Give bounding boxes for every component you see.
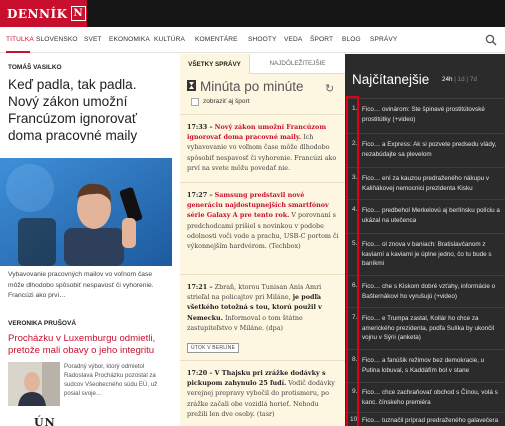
nav-item-veda[interactable]: VEDA [284, 36, 302, 43]
entry-time: 17:21 – [187, 283, 213, 291]
most-read-link[interactable]: Fico… che s Kiskom dobré vzťahy, informá… [362, 282, 500, 301]
main-story-column: TOMÁŠ VASILKO Keď padla, tak padla. Nový… [0, 54, 172, 426]
main-headline[interactable]: Keď padla, tak padla. Nový zákon umožní … [8, 76, 170, 144]
entry-time: 17:27 – [187, 191, 213, 199]
most-read-link[interactable]: Fico… a fanúšik režimov bez demokracie, … [362, 356, 500, 375]
divider [180, 274, 345, 275]
search-icon[interactable] [485, 34, 497, 46]
period-24h[interactable]: 24h [442, 76, 453, 83]
highlight-annotation-box [346, 96, 359, 426]
nav-item-spravy[interactable]: SPRÁVY [370, 36, 397, 43]
main-nav: TITULKA SLOVENSKO SVET EKONOMIKA KULTÚRA… [0, 27, 505, 53]
most-read-link[interactable]: Fico… ovinárom: Ste špinavé prostitútovs… [362, 105, 500, 124]
most-read-item[interactable]: 3. Fico… ení za kauzou predraženého náku… [345, 167, 505, 199]
show-sport-checkbox[interactable] [191, 98, 199, 106]
most-read-link[interactable]: Fico… e Trumpa zastal, Kollár ho chce za… [362, 314, 500, 343]
story-thumbnail[interactable] [8, 362, 60, 406]
most-read-link[interactable]: Fico… tuznačil príprad predraženého gala… [362, 416, 500, 426]
nav-item-kultura[interactable]: KULTÚRA [154, 36, 185, 43]
story-perex: Poradný výbor, ktorý odmietol Radoslava … [64, 363, 158, 397]
most-read-item[interactable]: 7. Fico… e Trumpa zastal, Kollár ho chce… [345, 307, 505, 349]
nav-item-svet[interactable]: SVET [84, 36, 102, 43]
most-read-period-tabs: 24h | 1d | 7d [442, 76, 477, 83]
divider [180, 182, 345, 183]
most-read-item[interactable]: 8. Fico… a fanúšik režimov bez demokraci… [345, 349, 505, 382]
most-read-item[interactable]: 1. Fico… ovinárom: Ste špinavé prostitút… [345, 98, 505, 133]
most-read-column: Najčítanejšie 24h | 1d | 7d 1. Fico… ovi… [345, 54, 505, 426]
live-feed-title: Minúta po minúte [200, 79, 304, 94]
entry-time: 17:33 – [187, 123, 213, 131]
divider [180, 114, 345, 115]
nav-item-shooty[interactable]: SHOOTY [248, 36, 276, 43]
nav-item-sport[interactable]: ŠPORT [310, 36, 333, 43]
most-read-link[interactable]: Fico… predbehol Merkelovú aj berlínsku p… [362, 206, 500, 225]
most-read-item[interactable]: 5. Fico… ol znova v baniach: Bratislavča… [345, 233, 505, 275]
nav-item-ekonomika[interactable]: EKONOMIKA [109, 36, 150, 43]
feed-entry[interactable]: 17:20 – V Thajsku pri zrážke dodávky s p… [187, 368, 340, 419]
nav-item-blog[interactable]: BLOG [342, 36, 361, 43]
entry-time: 17:20 – [187, 369, 213, 377]
most-read-item[interactable]: 4. Fico… predbehol Merkelovú aj berlínsk… [345, 199, 505, 233]
most-read-item[interactable]: 2. Fico… a Express: Ak si pozvete predse… [345, 133, 505, 167]
most-read-item[interactable]: 9. Fico… chce zachraňovať obchod s Čínou… [345, 382, 505, 412]
section-heading-fragment: ÚN [34, 416, 56, 426]
nav-item-titulka[interactable]: TITULKA [6, 36, 34, 43]
tab-all-news[interactable]: VŠETKY SPRÁVY [180, 54, 250, 74]
feed-entry[interactable]: 17:27 – Samsung predstavil nové generáci… [187, 190, 340, 251]
site-logo[interactable]: DENNÍK N [0, 0, 87, 27]
most-read-item[interactable]: 10. Fico… tuznačil príprad predraženého … [345, 412, 505, 426]
hourglass-icon [187, 80, 196, 91]
nav-item-komentare[interactable]: KOMENTÁRE [195, 36, 238, 43]
most-read-item[interactable]: 6. Fico… che s Kiskom dobré vzťahy, info… [345, 275, 505, 307]
live-feed-column: VŠETKY SPRÁVY NAJDÔLEŽITEJŠIE Minúta po … [180, 54, 345, 426]
top-bar: DENNÍK N [0, 0, 505, 27]
secondary-headline[interactable]: Procházku v Luxemburgu odmietli, pretože… [8, 333, 170, 357]
most-read-link[interactable]: Fico… chce zachraňovať obchod s Čínou, v… [362, 388, 500, 407]
nav-item-slovensko[interactable]: SLOVENSKO [36, 36, 78, 43]
nav-active-indicator [6, 51, 30, 53]
story-author[interactable]: VERONIKA PRUŠOVÁ [8, 320, 76, 327]
hero-caption: Vybavovanie pracovných mailov vo voľnom … [8, 271, 154, 299]
most-read-title: Najčítanejšie [352, 72, 430, 87]
divider [180, 360, 345, 361]
most-read-link[interactable]: Fico… a Express: Ak si pozvete predsedu … [362, 140, 500, 159]
most-read-link[interactable]: Fico… ení za kauzou predraženého nákupu … [362, 174, 500, 193]
most-read-link[interactable]: Fico… ol znova v baniach: Bratislavčanom… [362, 240, 500, 269]
period-7d[interactable]: 7d [470, 76, 477, 83]
logo-text: DENNÍK [7, 6, 68, 21]
feed-entry[interactable]: 17:21 – Zbraň, ktorou Tunisan Anis Amri … [187, 282, 340, 333]
topic-tag[interactable]: ÚTOK V BERLÍNE [187, 343, 240, 353]
refresh-icon[interactable]: ↻ [325, 82, 334, 95]
tab-most-important[interactable]: NAJDÔLEŽITEJŠIE [250, 54, 345, 74]
feed-entry[interactable]: 17:33 – Nový zákon umožní Francúzom igno… [187, 122, 340, 173]
story-author[interactable]: TOMÁŠ VASILKO [8, 64, 62, 71]
period-1d[interactable]: 1d [458, 76, 465, 83]
hero-photo[interactable] [0, 158, 172, 266]
show-sport-label: zobraziť aj šport [203, 98, 250, 105]
logo-mark: N [70, 6, 86, 21]
